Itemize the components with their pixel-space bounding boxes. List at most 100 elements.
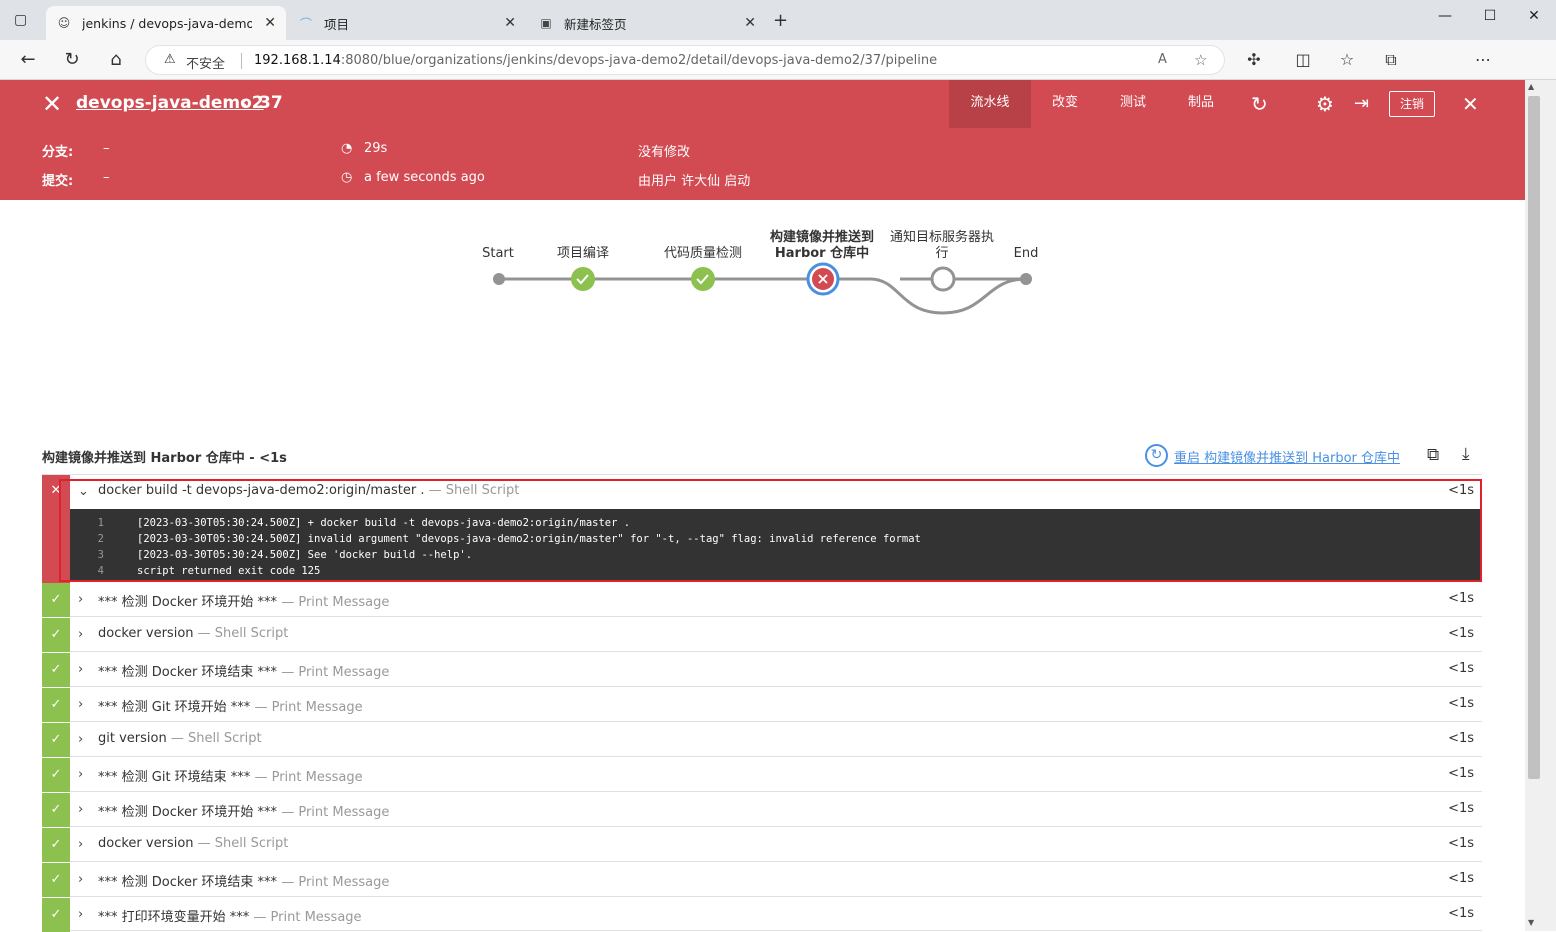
open-external-icon[interactable]: ⧉ — [1427, 445, 1439, 465]
close-icon[interactable]: ✕ — [1462, 92, 1479, 116]
new-tab-button[interactable]: + — [773, 10, 788, 31]
logout-button[interactable]: 注销 — [1389, 91, 1435, 117]
tab-pipeline[interactable]: 流水线 — [949, 80, 1031, 128]
more-menu-icon[interactable]: ⋯ — [1472, 50, 1494, 69]
insecure-label: 不安全 — [186, 57, 226, 72]
close-window-icon[interactable]: ✕ — [1519, 8, 1549, 24]
success-status-icon: ✓ — [42, 653, 70, 687]
step-log[interactable]: 1 [2023-03-30T05:30:24.500Z] + docker bui… — [42, 509, 1482, 582]
tab-changes[interactable]: 改变 — [1031, 80, 1099, 128]
close-tab-icon[interactable]: ✕ — [504, 15, 516, 31]
close-tab-icon[interactable]: ✕ — [264, 15, 276, 31]
browser-tab-project[interactable]: ⌒ 项目 ✕ — [288, 6, 526, 40]
commit-label: 提交: — [42, 174, 74, 189]
step-title: *** 检测 Git 环境开始 *** — [98, 700, 251, 715]
gear-icon[interactable]: ⚙ — [1316, 92, 1334, 116]
step-row[interactable]: ✓ › *** 检测 Docker 环境结束 *** — Print Message… — [42, 653, 1482, 687]
page-scrollbar-thumb[interactable] — [1528, 96, 1540, 779]
build-number: 37 — [259, 93, 283, 113]
chevron-right-icon: › — [78, 802, 84, 817]
tab-artifacts[interactable]: 制品 — [1167, 80, 1235, 128]
exit-to-classic-icon[interactable]: ⇥ — [1354, 93, 1369, 114]
tab-title: 新建标签页 — [564, 16, 627, 32]
step-title: *** 检测 Docker 环境结束 *** — [98, 665, 278, 680]
chevron-right-icon: › — [78, 837, 84, 852]
step-type: — Shell Script — [170, 731, 262, 746]
success-status-icon: ✓ — [42, 688, 70, 722]
step-duration: <1s — [1448, 906, 1474, 921]
step-row[interactable]: ✓ › docker version — Shell Script <1s — [42, 828, 1482, 862]
restart-stage-icon[interactable]: ↻ — [1145, 444, 1168, 467]
tab-tests[interactable]: 测试 — [1099, 80, 1167, 128]
end-node — [1020, 273, 1032, 285]
rerun-icon[interactable]: ↻ — [1251, 92, 1268, 116]
step-title: docker version — [98, 836, 194, 851]
step-name: *** 检测 Git 环境开始 *** — Print Message — [98, 696, 363, 715]
pipeline-graph — [493, 262, 1032, 315]
step-row[interactable]: ✓ › *** 检测 Docker 环境开始 *** — Print Message… — [42, 583, 1482, 617]
step-duration: <1s — [1448, 836, 1474, 851]
log-line-text: [2023-03-30T05:30:24.500Z] invalid argum… — [137, 533, 921, 545]
chevron-right-icon: › — [78, 872, 84, 887]
reload-icon[interactable]: ↻ — [60, 49, 84, 70]
favorite-add-icon[interactable]: ☆ — [1194, 51, 1207, 69]
stage-node-build-push[interactable] — [806, 262, 840, 296]
download-icon[interactable]: ⤓ — [1462, 444, 1470, 464]
time-value: a few seconds ago — [364, 170, 485, 185]
step-row[interactable]: ✓ › *** 检测 Docker 环境开始 *** — Print Message… — [42, 793, 1482, 827]
extensions-icon[interactable]: ✣ — [1243, 50, 1265, 69]
home-icon[interactable]: ⌂ — [104, 49, 128, 70]
step-row[interactable]: ✓ › git version — Shell Script <1s — [42, 723, 1482, 757]
stage-node-quality[interactable] — [691, 267, 715, 291]
log-line-number: 4 — [97, 565, 104, 577]
step-row-failed[interactable]: ✕ ⌄ docker build -t devops-java-demo2:or… — [42, 475, 1482, 583]
close-tab-icon[interactable]: ✕ — [744, 15, 756, 31]
step-name: *** 检测 Docker 环境结束 *** — Print Message — [98, 871, 389, 890]
tab-actions-icon[interactable]: ▢ — [14, 12, 27, 28]
divider — [241, 53, 242, 69]
read-aloud-icon[interactable]: A — [1158, 52, 1167, 67]
browser-tab-newtab[interactable]: ▣ 新建标签页 ✕ — [528, 6, 766, 40]
browser-tab-jenkins[interactable]: ☺ jenkins / devops-java-demo2 / # ✕ — [46, 6, 286, 40]
chevron-right-icon: › — [78, 732, 84, 747]
step-row[interactable]: ✓ › *** 检测 Git 环境开始 *** — Print Message <1s — [42, 688, 1482, 722]
success-status-icon: ✓ — [42, 793, 70, 827]
url-text[interactable]: 192.168.1.14:8080/blue/organizations/jen… — [254, 53, 937, 68]
split-screen-icon[interactable]: ◫ — [1292, 50, 1314, 69]
chevron-left-icon: ‹ — [241, 92, 249, 113]
favorites-icon[interactable]: ☆ — [1336, 50, 1358, 69]
browser-tab-bar: ▢ ☺ jenkins / devops-java-demo2 / # ✕ ⌒ … — [0, 0, 1556, 40]
clock-icon: ◷ — [341, 170, 353, 185]
step-row[interactable]: ✓ › docker version — Shell Script <1s — [42, 618, 1482, 652]
commit-value: – — [103, 170, 110, 185]
chevron-right-icon: › — [78, 907, 84, 922]
address-bar[interactable]: ⚠ 不安全 192.168.1.14:8080/blue/organizatio… — [145, 45, 1225, 75]
scroll-down-icon[interactable]: ▼ — [1528, 918, 1534, 927]
stage-node-notify[interactable] — [930, 266, 956, 292]
success-status-icon: ✓ — [42, 898, 70, 932]
step-type: — Shell Script — [428, 483, 520, 498]
success-status-icon: ✓ — [42, 863, 70, 897]
restart-stage-link[interactable]: 重启 构建镜像并推送到 Harbor 仓库中 — [1174, 447, 1400, 466]
collections-icon[interactable]: ⧉ — [1380, 50, 1402, 70]
success-status-icon: ✓ — [42, 723, 70, 757]
log-line: 3 [2023-03-30T05:30:24.500Z] See 'docker … — [42, 547, 1482, 563]
close-run-icon[interactable]: ✕ — [42, 90, 62, 118]
log-line-number: 2 — [97, 533, 104, 545]
maximize-icon[interactable]: ☐ — [1475, 8, 1505, 24]
step-name: docker build -t devops-java-demo2:origin… — [98, 483, 519, 498]
step-row[interactable]: ✓ › *** 检测 Docker 环境结束 *** — Print Message… — [42, 863, 1482, 897]
step-name: *** 检测 Docker 环境结束 *** — Print Message — [98, 661, 389, 680]
scroll-up-icon[interactable]: ▲ — [1528, 82, 1534, 91]
log-line: 4 script returned exit code 125 — [42, 563, 1482, 579]
step-row[interactable]: ✓ › *** 检测 Git 环境结束 *** — Print Message <1s — [42, 758, 1482, 792]
minimize-icon[interactable]: — — [1430, 8, 1460, 24]
jenkins-header: ✕ devops-java-demo2 ‹ 37 流水线 改变 测试 制品 ↻ … — [0, 80, 1525, 128]
job-name-link[interactable]: devops-java-demo2 — [76, 93, 264, 113]
step-row[interactable]: ✓ › *** 打印环境变量开始 *** — Print Message <1s — [42, 898, 1482, 932]
back-icon[interactable]: ← — [16, 49, 40, 70]
chevron-down-icon: ⌄ — [78, 484, 89, 499]
success-status-icon: ✓ — [42, 618, 70, 652]
jenkins-favicon-icon: ☺ — [57, 16, 71, 30]
stage-node-compile[interactable] — [571, 267, 595, 291]
